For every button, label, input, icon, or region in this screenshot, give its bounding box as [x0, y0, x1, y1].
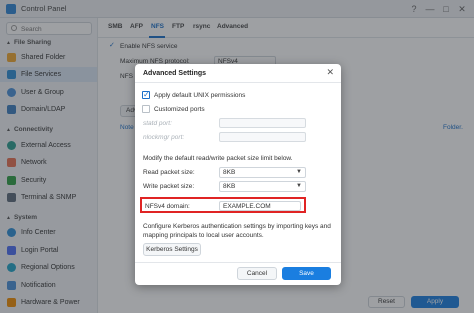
advanced-settings-dialog: Advanced Settings ✕ Apply default UNIX p… [135, 64, 341, 285]
write-packet-label: Write packet size: [143, 183, 195, 190]
nlockmgr-port-label: nlockmgr port: [143, 134, 185, 141]
nlockmgr-port-input[interactable] [219, 132, 306, 142]
save-button[interactable]: Save [282, 267, 331, 280]
chevron-down-icon: ▼ [296, 183, 302, 189]
kerberos-settings-button[interactable]: Kerberos Settings [143, 243, 201, 256]
read-packet-label: Read packet size: [143, 169, 195, 176]
read-packet-select[interactable]: 8KB ▼ [219, 167, 306, 178]
nfsv4-domain-label: NFSv4 domain: [145, 203, 190, 210]
dialog-title: Advanced Settings [143, 70, 207, 77]
write-packet-select[interactable]: 8KB ▼ [219, 181, 306, 192]
chevron-down-icon: ▼ [296, 169, 302, 175]
customized-ports-checkbox[interactable] [142, 105, 150, 113]
kerberos-description-line1: Configure Kerberos authentication settin… [143, 223, 331, 230]
packet-size-heading: Modify the default read/write packet siz… [143, 155, 293, 162]
close-icon[interactable]: ✕ [326, 67, 334, 78]
statd-port-label: statd port: [143, 120, 172, 127]
nfsv4-domain-input[interactable] [219, 201, 301, 211]
cancel-button[interactable]: Cancel [237, 267, 277, 280]
kerberos-description-line2: mapping principals to local user account… [143, 232, 264, 239]
customized-ports-label: Customized ports [154, 106, 205, 113]
write-packet-value: 8KB [223, 183, 236, 190]
footer-divider [135, 262, 341, 263]
title-divider [135, 82, 341, 83]
statd-port-input[interactable] [219, 118, 306, 128]
read-packet-value: 8KB [223, 169, 236, 176]
apply-unix-permissions-checkbox[interactable] [142, 90, 150, 99]
apply-unix-permissions-label: Apply default UNIX permissions [154, 92, 246, 99]
